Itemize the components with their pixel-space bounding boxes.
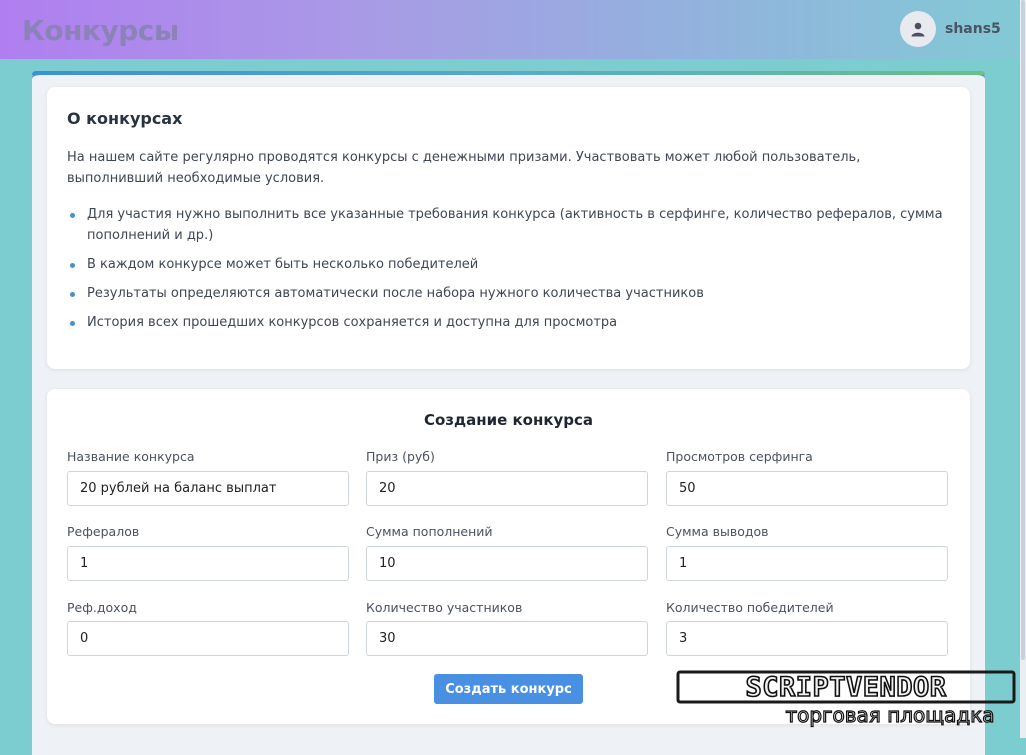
contest-name-label: Название конкурса bbox=[67, 449, 195, 464]
container-accent-stripe bbox=[32, 71, 985, 75]
list-item: Результаты определяются автоматически по… bbox=[67, 283, 947, 304]
referrals-input[interactable] bbox=[67, 546, 349, 581]
watermark-tagline: торговая площадка bbox=[785, 703, 994, 727]
surf-views-input[interactable] bbox=[666, 471, 948, 506]
list-item-text: Результаты определяются автоматически по… bbox=[87, 286, 704, 301]
deposits-label: Сумма пополнений bbox=[366, 524, 493, 539]
scrollbar[interactable] bbox=[1020, 0, 1026, 738]
list-item: В каждом конкурсе может быть несколько п… bbox=[67, 254, 947, 275]
contest-name-input[interactable] bbox=[67, 471, 349, 506]
surf-views-label: Просмотров серфинга bbox=[666, 449, 813, 464]
withdrawals-label: Сумма выводов bbox=[666, 524, 769, 539]
scrollbar-thumb[interactable] bbox=[1021, 0, 1025, 660]
top-bar: Конкурсы shans5 bbox=[0, 0, 1020, 60]
list-item-text: История всех прошедших конкурсов сохраня… bbox=[87, 315, 618, 330]
deposits-input[interactable] bbox=[366, 546, 648, 581]
avatar[interactable] bbox=[900, 11, 936, 47]
list-item-text: Для участия нужно выполнить все указанны… bbox=[87, 207, 943, 243]
winners-input[interactable] bbox=[666, 621, 948, 656]
bullet-icon bbox=[70, 213, 75, 218]
prize-label: Приз (руб) bbox=[366, 449, 435, 464]
ref-income-label: Реф.доход bbox=[67, 600, 137, 615]
winners-label: Количество победителей bbox=[666, 600, 834, 615]
bullet-icon bbox=[70, 263, 75, 268]
page-title: Конкурсы bbox=[22, 14, 179, 47]
about-card: О конкурсах На нашем сайте регулярно про… bbox=[47, 87, 970, 369]
form-title: Создание конкурса bbox=[423, 411, 594, 429]
bullet-icon bbox=[70, 321, 75, 326]
participants-input[interactable] bbox=[366, 621, 648, 656]
about-list: Для участия нужно выполнить все указанны… bbox=[67, 204, 947, 341]
list-item: История всех прошедших конкурсов сохраня… bbox=[67, 312, 947, 333]
referrals-label: Рефералов bbox=[67, 524, 140, 539]
user-icon bbox=[911, 22, 925, 37]
list-item: Для участия нужно выполнить все указанны… bbox=[67, 204, 947, 246]
withdrawals-input[interactable] bbox=[666, 546, 948, 581]
about-title: О конкурсах bbox=[67, 109, 183, 128]
bullet-icon bbox=[70, 292, 75, 297]
ref-income-input[interactable] bbox=[67, 621, 349, 656]
scriptvendor-watermark: SCRIPTVENDOR торговая площадка bbox=[676, 670, 1016, 728]
username[interactable]: shans5 bbox=[945, 21, 1001, 37]
about-intro: На нашем сайте регулярно проводятся конк… bbox=[67, 150, 861, 186]
prize-input[interactable] bbox=[366, 471, 648, 506]
list-item-text: В каждом конкурсе может быть несколько п… bbox=[87, 257, 479, 272]
create-contest-button[interactable]: Создать конкурс bbox=[434, 674, 583, 704]
watermark-brand: SCRIPTVENDOR bbox=[745, 672, 946, 703]
participants-label: Количество участников bbox=[366, 600, 523, 615]
user-menu[interactable]: shans5 bbox=[900, 10, 1001, 48]
